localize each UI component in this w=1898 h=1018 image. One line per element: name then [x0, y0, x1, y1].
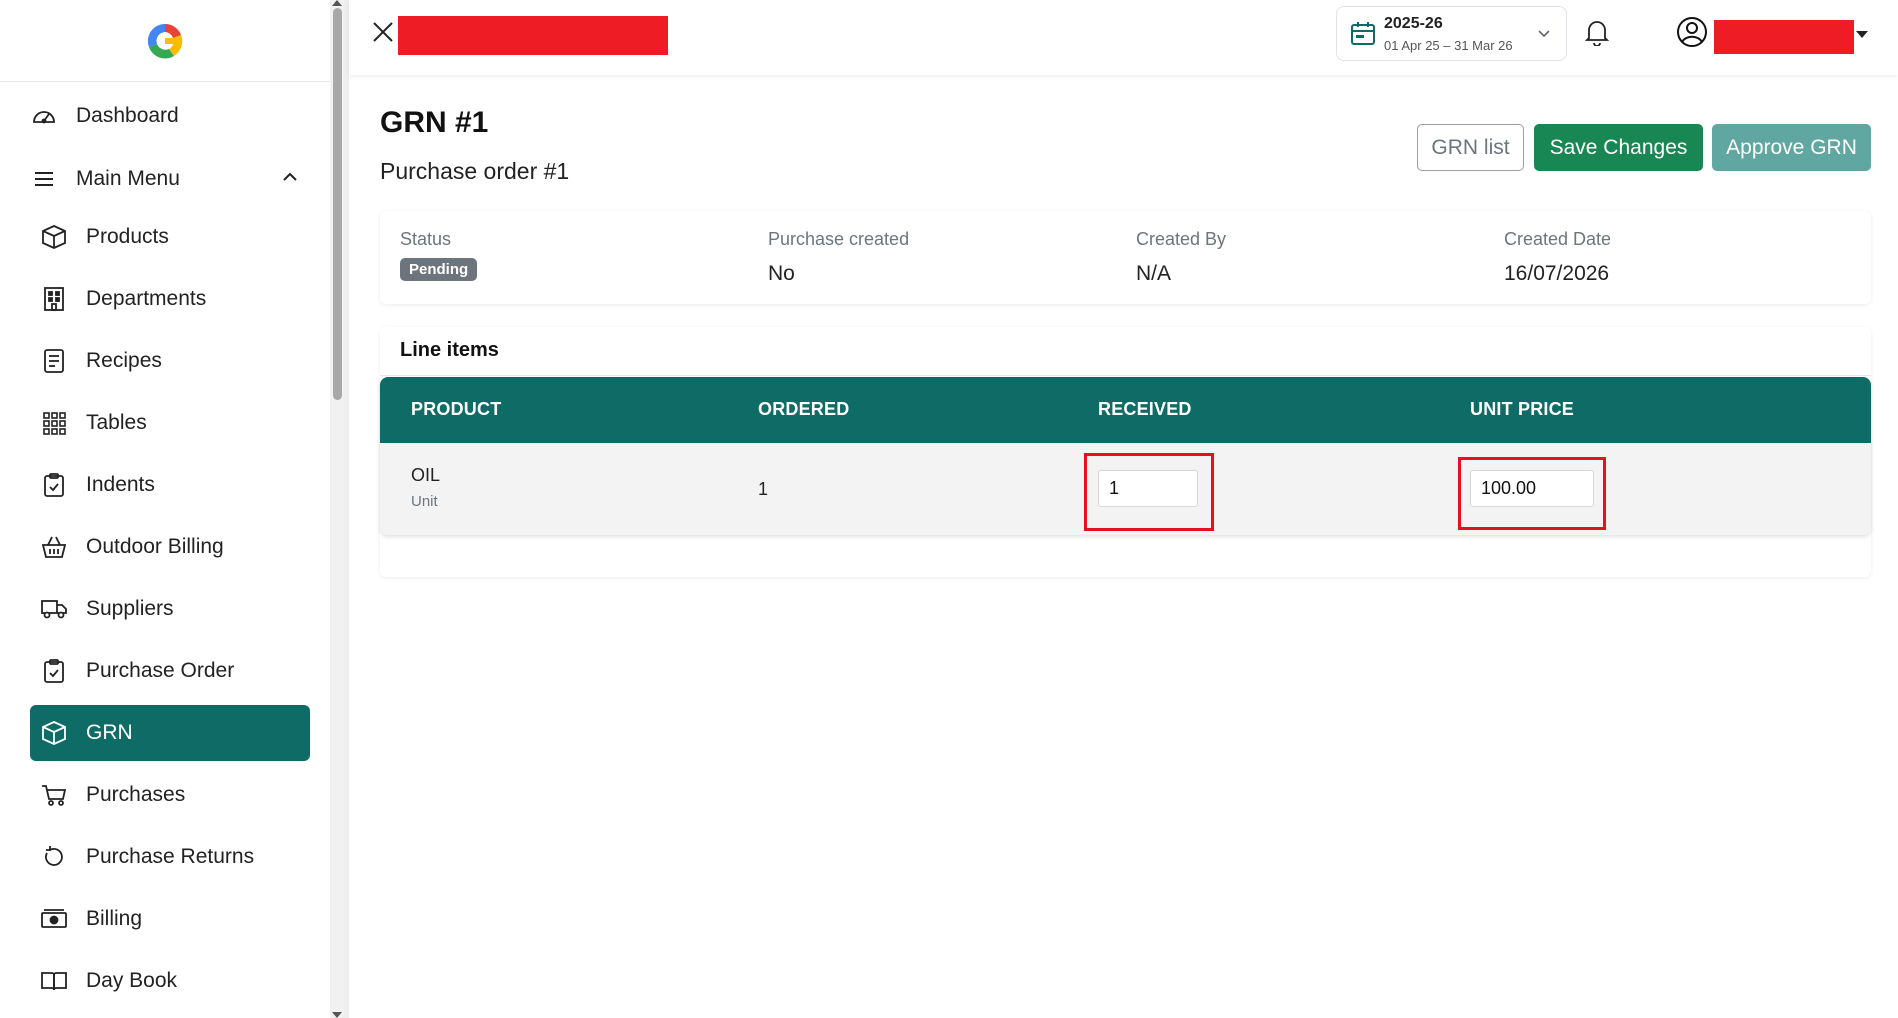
calendar-icon: [1350, 21, 1376, 52]
bell-icon[interactable]: [1584, 18, 1610, 51]
sidebar-item-label: Recipes: [86, 349, 162, 372]
cash-icon: [40, 905, 68, 933]
cart-icon: [40, 781, 68, 809]
grn-info-card: Status Pending Purchase created No Creat…: [380, 211, 1871, 304]
sidebar-item-label: Outdoor Billing: [86, 535, 224, 558]
status-label: Status: [400, 229, 452, 249]
sidebar-item-purchase-order[interactable]: Purchase Order: [30, 643, 310, 699]
sidebar-scrollbar[interactable]: [330, 0, 344, 1018]
created-by-value: N/A: [1136, 262, 1172, 285]
topbar: 2025-26 01 Apr 25 – 31 Mar 26: [349, 0, 1898, 75]
page-title: GRN #1: [380, 106, 489, 139]
save-changes-button[interactable]: Save Changes: [1534, 124, 1703, 171]
clipboard-icon: [40, 471, 68, 499]
line-items-divider: [380, 375, 1871, 376]
sidebar-item-label: Suppliers: [86, 597, 174, 620]
sidebar-logo-area: [0, 0, 330, 82]
column-header-ordered: ORDERED: [758, 399, 850, 419]
purchase-created-label: Purchase created: [768, 229, 910, 249]
sidebar-item-purchases[interactable]: Purchases: [30, 767, 310, 823]
speedometer-icon: [30, 102, 58, 130]
sidebar-item-day-book[interactable]: Day Book: [30, 953, 310, 1009]
recipe-icon: [40, 347, 68, 375]
building-icon: [40, 285, 68, 313]
status-field: Status Pending: [400, 229, 478, 281]
unit-price-input-highlight: [1458, 457, 1606, 530]
sidebar-item-dashboard[interactable]: Dashboard: [30, 94, 310, 138]
sidebar-item-products[interactable]: Products: [30, 209, 310, 265]
sidebar-item-suppliers[interactable]: Suppliers: [30, 581, 310, 637]
sidebar-item-label: GRN: [86, 721, 133, 744]
sidebar-divider: [344, 0, 349, 1018]
return-icon: [40, 843, 68, 871]
created-date-value: 16/07/2026: [1504, 262, 1610, 285]
approve-grn-button[interactable]: Approve GRN: [1712, 124, 1871, 171]
sidebar-main-menu-toggle[interactable]: Main Menu: [30, 157, 310, 201]
chevron-up-icon: [280, 167, 300, 193]
purchase-created-field: Purchase created No: [768, 229, 909, 286]
created-date-field: Created Date 16/07/2026: [1504, 229, 1611, 286]
close-icon[interactable]: [371, 20, 395, 44]
sidebar-item-outdoor-billing[interactable]: Outdoor Billing: [30, 519, 310, 575]
sidebar-item-purchase-returns[interactable]: Purchase Returns: [30, 829, 310, 885]
sidebar-item-label: Purchase Order: [86, 659, 235, 682]
status-badge: Pending: [400, 258, 478, 281]
financial-year-selector[interactable]: 2025-26 01 Apr 25 – 31 Mar 26: [1336, 6, 1567, 61]
caret-down-icon[interactable]: [1856, 31, 1868, 38]
line-items-title: Line items: [400, 339, 499, 361]
purchase-created-value: No: [768, 262, 795, 285]
sidebar-item-label: Departments: [86, 287, 207, 310]
book-icon: [40, 967, 68, 995]
column-header-product: PRODUCT: [411, 399, 502, 419]
sidebar-item-billing[interactable]: Billing: [30, 891, 310, 947]
basket-icon: [40, 533, 68, 561]
scrollbar-thumb[interactable]: [333, 8, 342, 400]
sidebar-item-label: Purchases: [86, 783, 186, 806]
sidebar-item-label: Dashboard: [76, 104, 179, 127]
line-items-card: Line items PRODUCT ORDERED RECEIVED UNIT…: [380, 327, 1871, 577]
app-logo-icon[interactable]: [144, 20, 186, 62]
chevron-down-icon: [1536, 25, 1552, 46]
sidebar: Dashboard Main Menu Products Departments…: [0, 0, 330, 1018]
truck-icon: [40, 595, 68, 623]
grid-icon: [40, 409, 68, 437]
scroll-down-arrow-icon[interactable]: [332, 1012, 342, 1018]
sidebar-item-label: Day Book: [86, 969, 178, 992]
created-by-label: Created By: [1136, 229, 1227, 249]
user-avatar-icon[interactable]: [1676, 16, 1708, 53]
column-header-received: RECEIVED: [1098, 399, 1192, 419]
sidebar-item-departments[interactable]: Departments: [30, 271, 310, 327]
financial-year-title: 2025-26: [1384, 15, 1443, 32]
financial-year-range: 01 Apr 25 – 31 Mar 26: [1384, 38, 1513, 53]
redacted-business-name: [398, 16, 668, 55]
sidebar-item-label: Products: [86, 225, 169, 248]
sidebar-item-label: Billing: [86, 907, 143, 930]
created-by-field: Created By N/A: [1136, 229, 1226, 286]
hamburger-icon: [30, 165, 58, 193]
page-subtitle: Purchase order #1: [380, 158, 570, 184]
clipboard-check-icon: [40, 657, 68, 685]
sidebar-item-grn[interactable]: GRN: [30, 705, 310, 761]
sidebar-item-indents[interactable]: Indents: [30, 457, 310, 513]
created-date-label: Created Date: [1504, 229, 1612, 249]
ordered-quantity: 1: [758, 479, 769, 499]
sidebar-item-label: Indents: [86, 473, 155, 496]
table-header: PRODUCT ORDERED RECEIVED UNIT PRICE: [380, 377, 1871, 443]
sidebar-item-tables[interactable]: Tables: [30, 395, 310, 451]
sidebar-item-label: Tables: [86, 411, 147, 434]
column-header-unit-price: UNIT PRICE: [1470, 399, 1575, 419]
product-unit: Unit: [411, 493, 438, 510]
product-name: OIL: [411, 465, 441, 485]
redacted-user-name[interactable]: [1714, 20, 1854, 54]
received-input-highlight: [1084, 453, 1214, 531]
box-icon: [40, 719, 68, 747]
scroll-up-arrow-icon[interactable]: [332, 0, 342, 6]
box-icon: [40, 223, 68, 251]
sidebar-item-label: Purchase Returns: [86, 845, 255, 868]
sidebar-main-menu-label: Main Menu: [76, 167, 180, 190]
sidebar-item-recipes[interactable]: Recipes: [30, 333, 310, 389]
grn-list-button[interactable]: GRN list: [1417, 124, 1524, 171]
